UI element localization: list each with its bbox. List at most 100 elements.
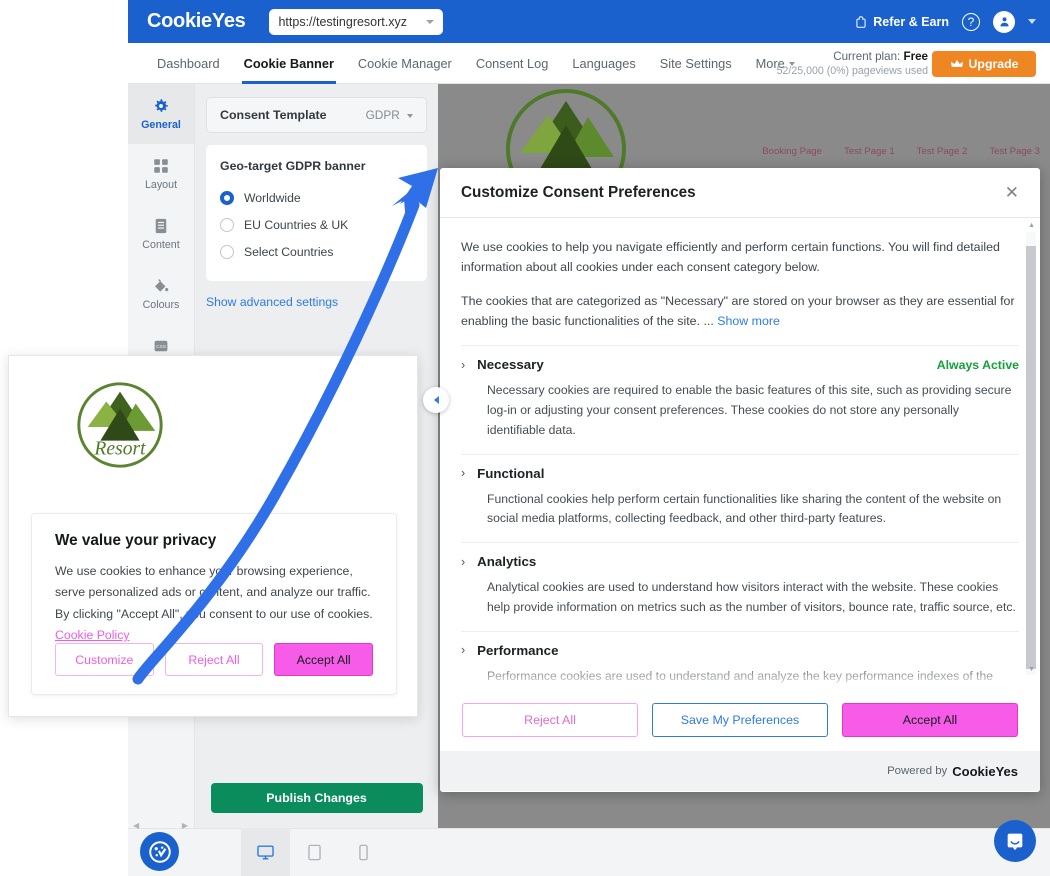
document-icon: [155, 218, 167, 234]
category-title-group: › Functional: [461, 466, 544, 481]
panel-collapse-handle[interactable]: [423, 387, 449, 413]
consent-template-value[interactable]: GDPR: [366, 108, 413, 122]
radio-label: Worldwide: [244, 190, 301, 205]
nav-consent-log[interactable]: Consent Log: [464, 43, 561, 84]
nav-dashboard[interactable]: Dashboard: [145, 43, 232, 84]
plan-usage: 52/25,000 (0%) pageviews used: [776, 65, 928, 77]
topbar-actions: Refer & Earn ?: [854, 0, 1036, 43]
tablet-icon: [308, 844, 321, 860]
pager-next-icon[interactable]: ▶: [182, 821, 188, 830]
nav-languages[interactable]: Languages: [560, 43, 647, 84]
sidebar-item-content[interactable]: Content: [128, 204, 194, 264]
category-title-group: › Performance: [461, 643, 558, 658]
account-chevron-down-icon[interactable]: [1028, 19, 1036, 24]
chevron-right-icon[interactable]: ›: [461, 358, 465, 372]
nav-site-settings[interactable]: Site Settings: [648, 43, 744, 84]
help-glyph: ?: [967, 14, 975, 29]
sidebar-item-layout[interactable]: Layout: [128, 144, 194, 204]
banner-buttons: Customize Reject All Accept All: [55, 643, 374, 676]
help-icon[interactable]: ?: [962, 12, 980, 31]
save-my-preferences-button[interactable]: Save My Preferences: [652, 703, 828, 737]
radio-eu-countries-uk[interactable]: EU Countries & UK: [220, 211, 413, 238]
modal-title: Customize Consent Preferences: [461, 183, 696, 201]
radio-icon[interactable]: [220, 217, 234, 232]
user-icon: [999, 17, 1009, 27]
modal-intro-paragraph-2: The cookies that are categorized as "Nec…: [461, 291, 1019, 331]
paint-bucket-icon: [155, 279, 169, 292]
chevron-right-icon[interactable]: ›: [461, 643, 465, 657]
chevron-down-icon: [407, 113, 413, 118]
site-nav-link[interactable]: Test Page 2: [917, 146, 968, 157]
chevron-right-icon[interactable]: ›: [461, 555, 465, 569]
category-header[interactable]: › Necessary Always Active: [461, 357, 1019, 372]
radio-icon-selected[interactable]: [220, 190, 234, 205]
modal-body[interactable]: We use cookies to help you navigate effi…: [440, 218, 1040, 689]
modal-intro-paragraph-1: We use cookies to help you navigate effi…: [461, 240, 1000, 275]
upgrade-button[interactable]: Upgrade: [932, 51, 1036, 77]
category-header[interactable]: › Performance: [461, 643, 1019, 658]
css-icon: CSS: [154, 340, 168, 352]
cookie-policy-link[interactable]: Cookie Policy: [55, 628, 130, 642]
resort-logo: Resort: [77, 382, 163, 468]
crown-icon: [950, 59, 963, 67]
pager-prev-icon[interactable]: ◀: [133, 821, 139, 830]
avatar[interactable]: [993, 10, 1015, 33]
plan-line: Current plan: Free: [777, 50, 928, 63]
consent-category-necessary[interactable]: › Necessary Always Active Necessary cook…: [461, 345, 1019, 453]
desktop-icon: [257, 844, 274, 859]
grid-icon: [154, 159, 168, 173]
sidebar-item-label: Colours: [142, 299, 180, 311]
consent-template-row[interactable]: Consent Template GDPR: [206, 97, 427, 133]
consent-category-analytics[interactable]: › Analytics Analytical cookies are used …: [461, 542, 1019, 631]
radio-select-countries[interactable]: Select Countries: [220, 238, 413, 265]
show-advanced-settings-link[interactable]: Show advanced settings: [206, 295, 427, 309]
scroll-down-icon[interactable]: ▼: [1028, 666, 1035, 673]
site-nav-link[interactable]: Test Page 1: [844, 146, 895, 157]
scroll-up-icon[interactable]: ▲: [1028, 222, 1035, 229]
banner-reject-all-button[interactable]: Reject All: [164, 643, 264, 676]
site-selector[interactable]: https://testingresort.xyz: [269, 8, 444, 35]
site-nav-link[interactable]: Test Page 3: [989, 146, 1040, 157]
site-url-text: https://testingresort.xyz: [278, 14, 407, 29]
plan-label: Current plan:: [833, 50, 901, 63]
radio-icon[interactable]: [220, 244, 234, 259]
modal-footer: Reject All Save My Preferences Accept Al…: [440, 689, 1040, 751]
screenshot-root: CookieYes https://testingresort.xyz Refe…: [0, 0, 1050, 876]
site-nav-link[interactable]: Booking Page: [762, 146, 822, 157]
device-tab-desktop[interactable]: [241, 828, 290, 876]
category-header[interactable]: › Analytics: [461, 554, 1019, 569]
nav-cookie-manager[interactable]: Cookie Manager: [346, 43, 464, 84]
refer-and-earn-button[interactable]: Refer & Earn: [854, 15, 949, 29]
device-tab-mobile[interactable]: [339, 828, 388, 876]
banner-title: We value your privacy: [55, 532, 217, 549]
close-icon[interactable]: ✕: [1005, 184, 1019, 201]
banner-customize-button[interactable]: Customize: [55, 643, 154, 676]
consent-category-functional[interactable]: › Functional Functional cookies help per…: [461, 453, 1019, 543]
banner-body: We use cookies to enhance your browsing …: [55, 561, 373, 647]
main-nav: Dashboard Cookie Banner Cookie Manager C…: [128, 43, 1050, 84]
cookie-banner-preview-card: Resort We value your privacy We use cook…: [8, 355, 418, 717]
banner-body-text: We use cookies to enhance your browsing …: [55, 564, 373, 621]
refer-and-earn-label: Refer & Earn: [873, 14, 949, 29]
sidebar-item-colours[interactable]: Colours: [128, 264, 194, 324]
modal-header: Customize Consent Preferences ✕: [440, 168, 1040, 218]
modal-scrollbar-thumb[interactable]: [1026, 246, 1036, 669]
sidebar-item-general[interactable]: General: [128, 84, 194, 144]
intercom-launcher[interactable]: [994, 820, 1036, 862]
radio-worldwide[interactable]: Worldwide: [220, 184, 413, 211]
gear-icon: [155, 99, 168, 112]
chevron-right-icon[interactable]: ›: [461, 466, 465, 480]
scroll-fade: [440, 663, 1040, 689]
accept-all-button[interactable]: Accept All: [842, 703, 1018, 737]
banner-preview-inner: We value your privacy We use cookies to …: [31, 513, 397, 695]
radio-label: Select Countries: [244, 244, 334, 259]
category-header[interactable]: › Functional: [461, 466, 1019, 481]
publish-changes-button[interactable]: Publish Changes: [210, 783, 423, 813]
reject-all-button[interactable]: Reject All: [462, 703, 638, 737]
nav-cookie-banner[interactable]: Cookie Banner: [232, 43, 346, 84]
show-more-link[interactable]: Show more: [717, 314, 780, 328]
device-tab-tablet[interactable]: [290, 828, 339, 876]
status-badge: Always Active: [936, 357, 1019, 372]
cookie-settings-fab[interactable]: [140, 832, 179, 871]
banner-accept-all-button[interactable]: Accept All: [274, 643, 374, 676]
